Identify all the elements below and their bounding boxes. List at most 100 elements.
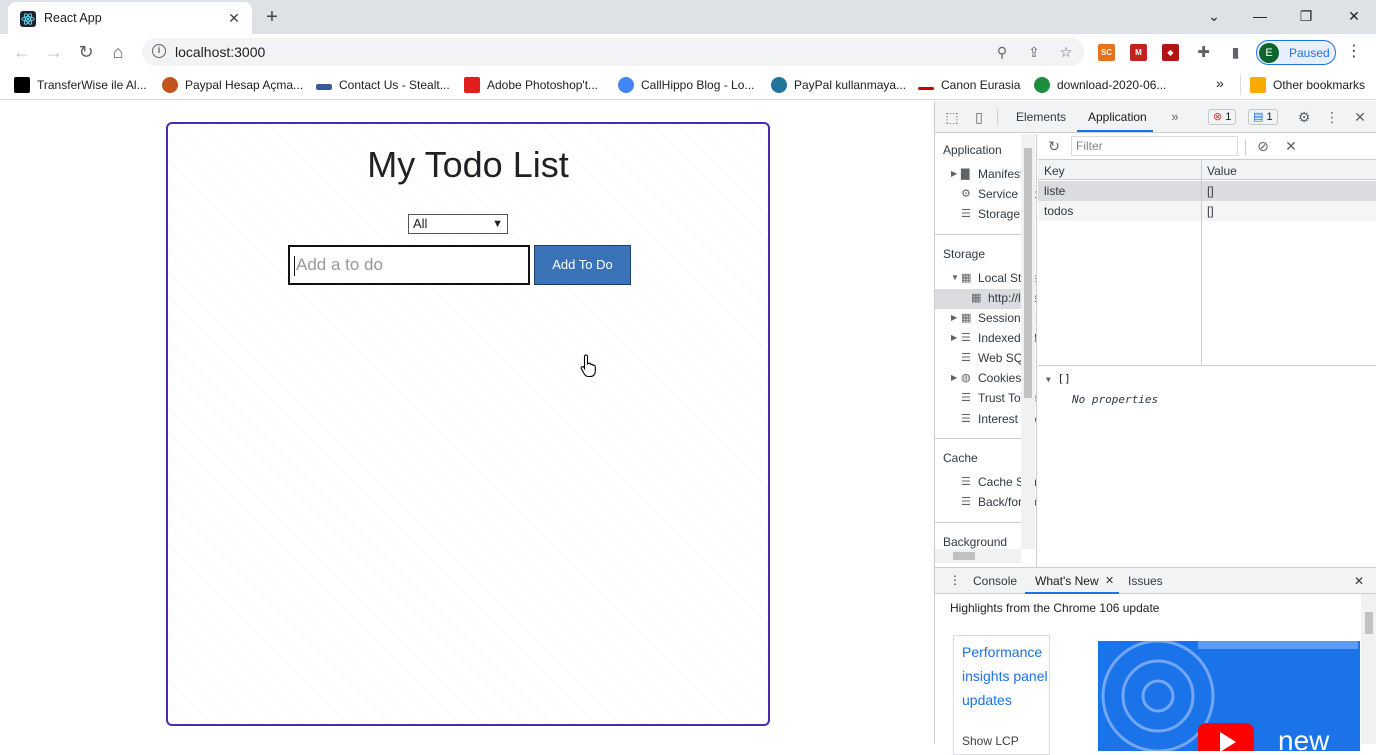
- preview-root[interactable]: ▼ []: [1046, 372, 1071, 385]
- share-icon[interactable]: ⇪: [1025, 43, 1043, 61]
- device-toolbar-icon[interactable]: ▯: [971, 109, 987, 125]
- divider: [935, 438, 1021, 439]
- app-title: My Todo List: [367, 144, 569, 185]
- message-badge[interactable]: ▤ 1: [1248, 109, 1278, 125]
- database-icon: ☰: [961, 495, 971, 508]
- tab-issues[interactable]: Issues: [1128, 574, 1163, 588]
- chevron-down-icon: ▼: [492, 218, 503, 230]
- bookmark-star-icon[interactable]: ☆: [1057, 43, 1075, 61]
- close-tab-icon[interactable]: ✕: [224, 8, 244, 28]
- url-text[interactable]: localhost:3000: [175, 44, 265, 60]
- side-panel-icon[interactable]: ▮: [1227, 44, 1244, 61]
- devtools-tabbar: ⬚ ▯ Elements Application » ⊗ 1 ▤ 1 ⚙ ⋮ ✕: [935, 101, 1376, 133]
- tab-console[interactable]: Console: [973, 574, 1017, 588]
- section-header-application: Application: [943, 143, 1002, 157]
- close-window-icon[interactable]: ✕: [1340, 4, 1368, 28]
- more-bookmarks-chevron-icon[interactable]: »: [1216, 75, 1224, 91]
- sidebar-item-cookies[interactable]: ▶ ◍ Cookies: [951, 370, 1021, 388]
- mendeley-extension-icon[interactable]: M: [1130, 44, 1147, 61]
- forward-icon[interactable]: →: [42, 40, 66, 64]
- delete-selected-icon[interactable]: ✕: [1283, 138, 1299, 154]
- table-header: Key Value: [1038, 160, 1376, 180]
- table-grid-icon: ▦: [961, 311, 972, 324]
- site-info-icon[interactable]: i: [152, 44, 166, 58]
- drawer-menu-icon[interactable]: ⋮: [949, 573, 961, 587]
- sidebar-item-storage[interactable]: ☰ Storage: [951, 206, 1020, 224]
- bookmark-item[interactable]: Paypal Hesap Açma...: [162, 77, 303, 93]
- table-grid-icon: ▦: [961, 271, 972, 284]
- sc-extension-icon[interactable]: SC: [1098, 44, 1115, 61]
- extensions-puzzle-icon[interactable]: ✚: [1195, 44, 1212, 61]
- settings-gear-icon[interactable]: ⚙: [1296, 109, 1312, 125]
- todo-card: My Todo List All ▼ Add a to do Add To Do: [166, 122, 770, 726]
- other-bookmarks[interactable]: Other bookmarks: [1250, 77, 1365, 93]
- active-tab-indicator: [1077, 130, 1153, 132]
- expand-arrow-icon: ▶: [951, 169, 958, 179]
- refresh-icon[interactable]: ↻: [1046, 138, 1062, 154]
- column-divider: [1201, 160, 1202, 366]
- todo-input[interactable]: Add a to do: [288, 245, 530, 285]
- collapse-arrow-icon: ▼: [1046, 375, 1051, 384]
- card-subtext: Show LCP: [962, 734, 1019, 748]
- tab-application[interactable]: Application: [1088, 110, 1147, 124]
- restore-icon[interactable]: ❐: [1292, 4, 1320, 28]
- bookmark-item[interactable]: CallHippo Blog - Lo...: [618, 77, 754, 93]
- tab-whats-new[interactable]: What's New: [1035, 574, 1099, 588]
- sidebar-vertical-scrollbar[interactable]: [1021, 134, 1035, 549]
- devtools-menu-icon[interactable]: ⋮: [1324, 109, 1340, 125]
- table-row[interactable]: todos []: [1038, 201, 1376, 221]
- value-preview: ▼ [] No properties: [1038, 366, 1376, 566]
- table-grid-icon: ▦: [971, 291, 982, 304]
- bookmark-item[interactable]: PayPal kullanmaya...: [771, 77, 906, 93]
- sidebar-horizontal-scrollbar[interactable]: [935, 549, 1021, 563]
- canon-icon: [918, 86, 934, 90]
- gear-icon: ⚙: [961, 187, 971, 200]
- scroll-thumb[interactable]: [1024, 148, 1032, 398]
- more-tabs-chevron-icon[interactable]: »: [1167, 109, 1183, 125]
- reload-icon[interactable]: ↻: [74, 40, 98, 64]
- drawer-scrollbar[interactable]: [1361, 594, 1376, 744]
- column-header-value[interactable]: Value: [1207, 164, 1237, 178]
- filter-select[interactable]: All ▼: [408, 214, 508, 234]
- table-row[interactable]: liste []: [1038, 181, 1376, 201]
- sidebar-item-web-sql[interactable]: ☰ Web SQL: [951, 350, 1030, 368]
- red-extension-icon[interactable]: ◆: [1162, 44, 1179, 61]
- tab-elements[interactable]: Elements: [1016, 110, 1066, 124]
- home-icon[interactable]: ⌂: [106, 40, 130, 64]
- bookmark-item[interactable]: Adobe Photoshop't...: [464, 77, 598, 93]
- profile-button[interactable]: E Paused: [1256, 40, 1336, 65]
- bookmark-label: CallHippo Blog - Lo...: [641, 78, 755, 92]
- sidebar-item-manifest[interactable]: ▶ ▇ Manifest: [951, 166, 1023, 184]
- close-tab-icon[interactable]: ✕: [1105, 574, 1114, 587]
- column-header-key[interactable]: Key: [1044, 164, 1065, 178]
- bookmark-item[interactable]: Canon Eurasia: [918, 77, 1020, 93]
- scroll-thumb[interactable]: [953, 552, 975, 560]
- bookmark-item[interactable]: Contact Us - Stealt...: [316, 77, 450, 93]
- clear-all-icon[interactable]: ⊘: [1255, 138, 1271, 154]
- filter-input[interactable]: Filter: [1071, 136, 1238, 156]
- error-badge[interactable]: ⊗ 1: [1208, 109, 1237, 125]
- close-devtools-icon[interactable]: ✕: [1352, 109, 1368, 125]
- bookmark-item[interactable]: download-2020-06...: [1034, 77, 1166, 93]
- devtools-panel: ⬚ ▯ Elements Application » ⊗ 1 ▤ 1 ⚙ ⋮ ✕…: [934, 101, 1376, 755]
- scroll-thumb[interactable]: [1365, 612, 1373, 634]
- zoom-icon[interactable]: ⚲: [993, 43, 1011, 61]
- divider: [935, 234, 1021, 235]
- bookmark-item[interactable]: TransferWise ile Al...: [14, 77, 147, 93]
- inspect-element-icon[interactable]: ⬚: [944, 109, 960, 125]
- address-bar[interactable]: i localhost:3000 ⚲ ⇪ ☆: [142, 38, 1084, 66]
- browser-tab[interactable]: React App ✕: [8, 2, 252, 34]
- download-icon: [1034, 77, 1050, 93]
- back-icon[interactable]: ←: [10, 40, 34, 64]
- tab-search-chevron-icon[interactable]: ⌄: [1200, 4, 1228, 28]
- no-properties-text: No properties: [1072, 393, 1159, 406]
- video-thumbnail[interactable]: new: [1098, 641, 1360, 751]
- close-drawer-icon[interactable]: ✕: [1354, 574, 1364, 588]
- performance-insights-link[interactable]: Performance insights panel updates: [962, 640, 1048, 712]
- add-todo-button[interactable]: Add To Do: [534, 245, 631, 285]
- new-tab-icon[interactable]: +: [260, 6, 284, 30]
- bookmark-label: Adobe Photoshop't...: [487, 78, 599, 92]
- minimize-icon[interactable]: —: [1246, 4, 1274, 28]
- database-icon: ☰: [961, 207, 971, 220]
- browser-menu-icon[interactable]: ⋮: [1342, 40, 1366, 64]
